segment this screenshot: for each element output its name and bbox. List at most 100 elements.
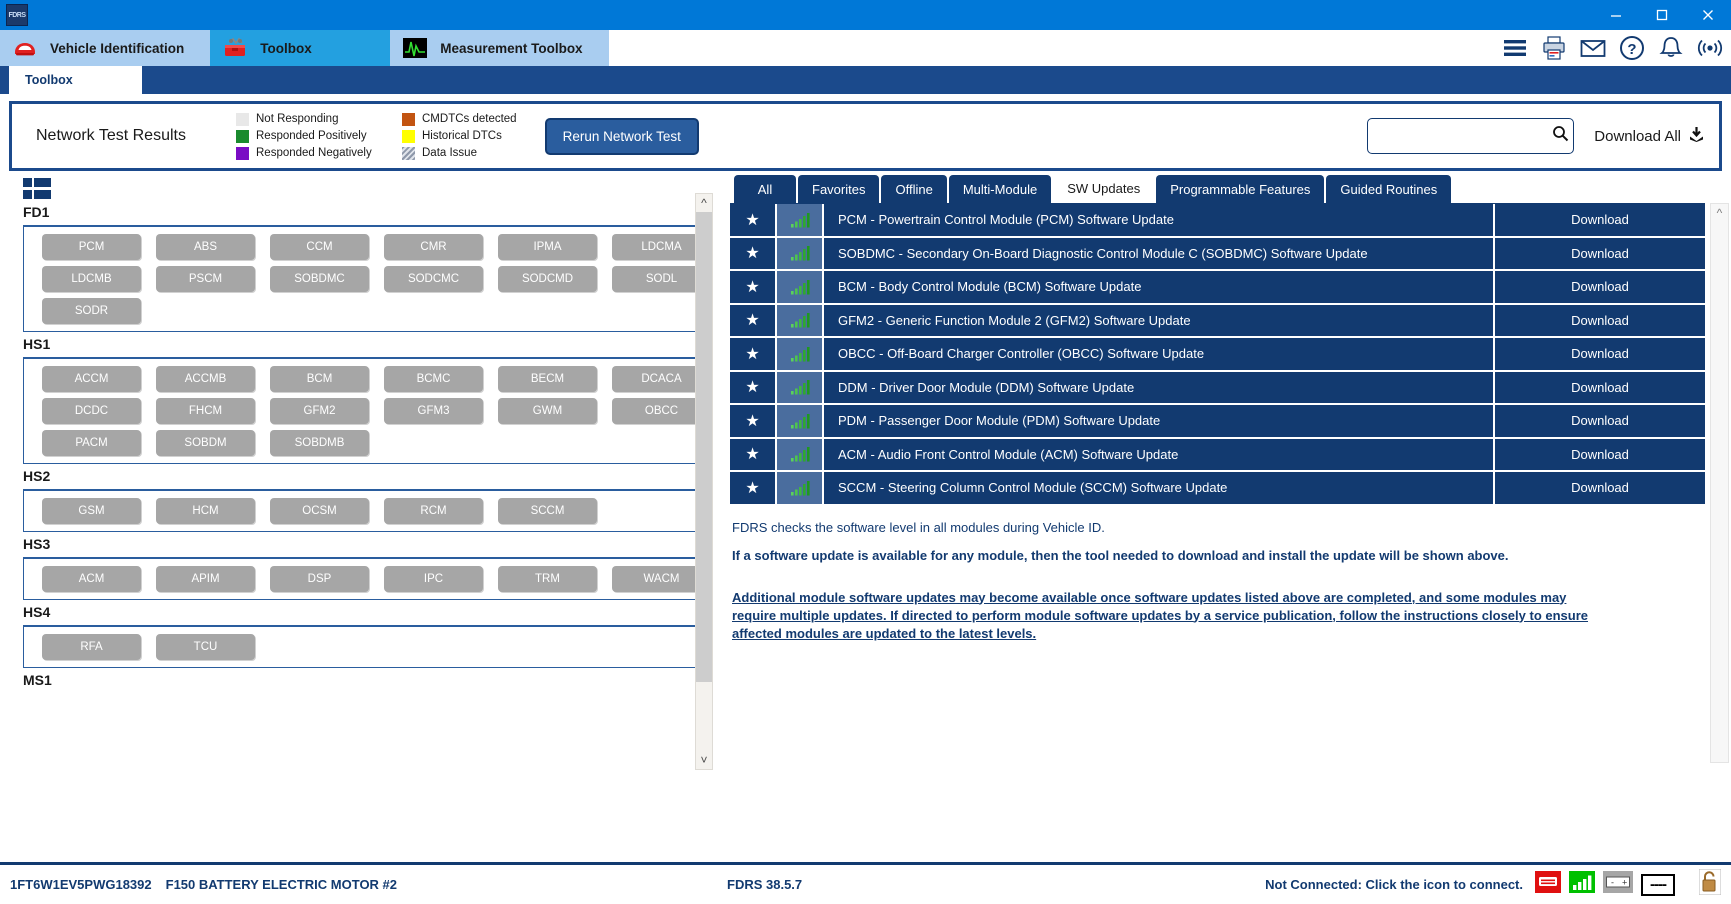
table-row[interactable]: ★BCM - Body Control Module (BCM) Softwar…	[730, 271, 1705, 305]
module-button[interactable]: GFM3	[384, 398, 483, 424]
table-row[interactable]: ★GFM2 - Generic Function Module 2 (GFM2)…	[730, 305, 1705, 339]
module-button[interactable]: GFM2	[270, 398, 369, 424]
rerun-network-test-button[interactable]: Rerun Network Test	[545, 118, 699, 155]
module-button[interactable]: ABS	[156, 234, 255, 260]
table-row[interactable]: ★SCCM - Steering Column Control Module (…	[730, 472, 1705, 506]
table-row[interactable]: ★OBCC - Off-Board Charger Controller (OB…	[730, 338, 1705, 372]
module-button[interactable]: SOBDM	[156, 430, 255, 456]
module-button[interactable]: SODCMC	[384, 266, 483, 292]
favorite-star-icon[interactable]: ★	[730, 305, 777, 337]
module-button[interactable]: LDCMB	[42, 266, 141, 292]
module-button[interactable]: ACCM	[42, 366, 141, 392]
search-box[interactable]	[1367, 118, 1574, 154]
menu-icon[interactable]	[1502, 35, 1528, 61]
module-button[interactable]: CCM	[270, 234, 369, 260]
tab-sw-updates[interactable]: SW Updates	[1053, 173, 1154, 203]
module-button[interactable]: SCCM	[498, 498, 597, 524]
table-row[interactable]: ★PDM - Passenger Door Module (PDM) Softw…	[730, 405, 1705, 439]
download-button[interactable]: Download	[1495, 372, 1705, 404]
signal-strength-icon[interactable]	[1569, 871, 1595, 898]
ribbon-tab-toolbox[interactable]: Toolbox	[210, 30, 390, 66]
tab-offline[interactable]: Offline	[881, 175, 946, 203]
module-button[interactable]: OCSM	[270, 498, 369, 524]
maximize-button[interactable]	[1639, 0, 1685, 30]
module-button[interactable]: BCMC	[384, 366, 483, 392]
module-button[interactable]: CMR	[384, 234, 483, 260]
download-button[interactable]: Download	[1495, 204, 1705, 236]
tab-programmable-features[interactable]: Programmable Features	[1156, 175, 1324, 203]
search-input[interactable]	[1376, 129, 1552, 144]
module-button[interactable]: TRM	[498, 566, 597, 592]
ribbon-tab-measurement-toolbox[interactable]: Measurement Toolbox	[390, 30, 608, 66]
scroll-down-icon[interactable]: ˅	[700, 751, 707, 769]
minimize-button[interactable]	[1593, 0, 1639, 30]
table-row[interactable]: ★DDM - Driver Door Module (DDM) Software…	[730, 372, 1705, 406]
download-button[interactable]: Download	[1495, 238, 1705, 270]
mail-icon[interactable]	[1580, 35, 1606, 61]
module-button[interactable]: ACCMB	[156, 366, 255, 392]
search-icon[interactable]	[1552, 125, 1569, 147]
scroll-up-icon[interactable]: ^	[701, 194, 707, 212]
module-button[interactable]: PCM	[42, 234, 141, 260]
favorite-star-icon[interactable]: ★	[730, 405, 777, 437]
battery-icon[interactable]: - +	[1603, 871, 1633, 898]
tab-all[interactable]: All	[734, 175, 796, 203]
module-button[interactable]: RFA	[42, 634, 141, 660]
note-line-3[interactable]: Additional module software updates may b…	[732, 589, 1592, 643]
download-button[interactable]: Download	[1495, 405, 1705, 437]
unlock-icon[interactable]	[1699, 869, 1721, 900]
scroll-up-icon[interactable]: ^	[1717, 204, 1723, 222]
dash-indicator[interactable]: ----	[1641, 874, 1675, 896]
vci-disconnected-icon[interactable]	[1535, 871, 1561, 898]
table-row[interactable]: ★PCM - Powertrain Control Module (PCM) S…	[730, 204, 1705, 238]
right-pane-scrollbar[interactable]: ^	[1710, 203, 1729, 763]
left-pane-scrollbar[interactable]: ^ ˅	[695, 193, 713, 770]
favorite-star-icon[interactable]: ★	[730, 338, 777, 370]
module-button[interactable]: SOBDMB	[270, 430, 369, 456]
download-all-button[interactable]: Download All	[1594, 126, 1705, 147]
module-button[interactable]: SODR	[42, 298, 141, 324]
favorite-star-icon[interactable]: ★	[730, 472, 777, 504]
bell-icon[interactable]	[1658, 35, 1684, 61]
module-button[interactable]: GSM	[42, 498, 141, 524]
broadcast-icon[interactable]	[1697, 35, 1723, 61]
module-button[interactable]: GWM	[498, 398, 597, 424]
module-button[interactable]: BCM	[270, 366, 369, 392]
module-button[interactable]: ACM	[42, 566, 141, 592]
module-button[interactable]: DCDC	[42, 398, 141, 424]
favorite-star-icon[interactable]: ★	[730, 238, 777, 270]
module-button[interactable]: FHCM	[156, 398, 255, 424]
module-button[interactable]: PSCM	[156, 266, 255, 292]
download-button[interactable]: Download	[1495, 305, 1705, 337]
module-button[interactable]: DSP	[270, 566, 369, 592]
printer-icon[interactable]	[1541, 35, 1567, 61]
module-button[interactable]: SODCMD	[498, 266, 597, 292]
scrollbar-thumb[interactable]	[696, 212, 712, 682]
ribbon-tab-vehicle-identification[interactable]: Vehicle Identification	[0, 30, 210, 66]
favorite-star-icon[interactable]: ★	[730, 271, 777, 303]
tab-guided-routines[interactable]: Guided Routines	[1326, 175, 1451, 203]
sub-tab-toolbox[interactable]: Toolbox	[9, 66, 142, 94]
grid-view-icon[interactable]	[23, 178, 51, 200]
download-button[interactable]: Download	[1495, 271, 1705, 303]
module-button[interactable]: APIM	[156, 566, 255, 592]
module-button[interactable]: PACM	[42, 430, 141, 456]
module-button[interactable]: IPC	[384, 566, 483, 592]
download-button[interactable]: Download	[1495, 338, 1705, 370]
help-icon[interactable]: ?	[1619, 35, 1645, 61]
module-button[interactable]: SOBDMC	[270, 266, 369, 292]
tab-multi-module[interactable]: Multi-Module	[949, 175, 1051, 203]
table-row[interactable]: ★ACM - Audio Front Control Module (ACM) …	[730, 439, 1705, 473]
favorite-star-icon[interactable]: ★	[730, 204, 777, 236]
favorite-star-icon[interactable]: ★	[730, 372, 777, 404]
module-button[interactable]: TCU	[156, 634, 255, 660]
tab-favorites[interactable]: Favorites	[798, 175, 879, 203]
close-button[interactable]	[1685, 0, 1731, 30]
module-button[interactable]: HCM	[156, 498, 255, 524]
favorite-star-icon[interactable]: ★	[730, 439, 777, 471]
download-button[interactable]: Download	[1495, 439, 1705, 471]
download-button[interactable]: Download	[1495, 472, 1705, 504]
module-button[interactable]: BECM	[498, 366, 597, 392]
module-button[interactable]: IPMA	[498, 234, 597, 260]
table-row[interactable]: ★SOBDMC - Secondary On-Board Diagnostic …	[730, 238, 1705, 272]
